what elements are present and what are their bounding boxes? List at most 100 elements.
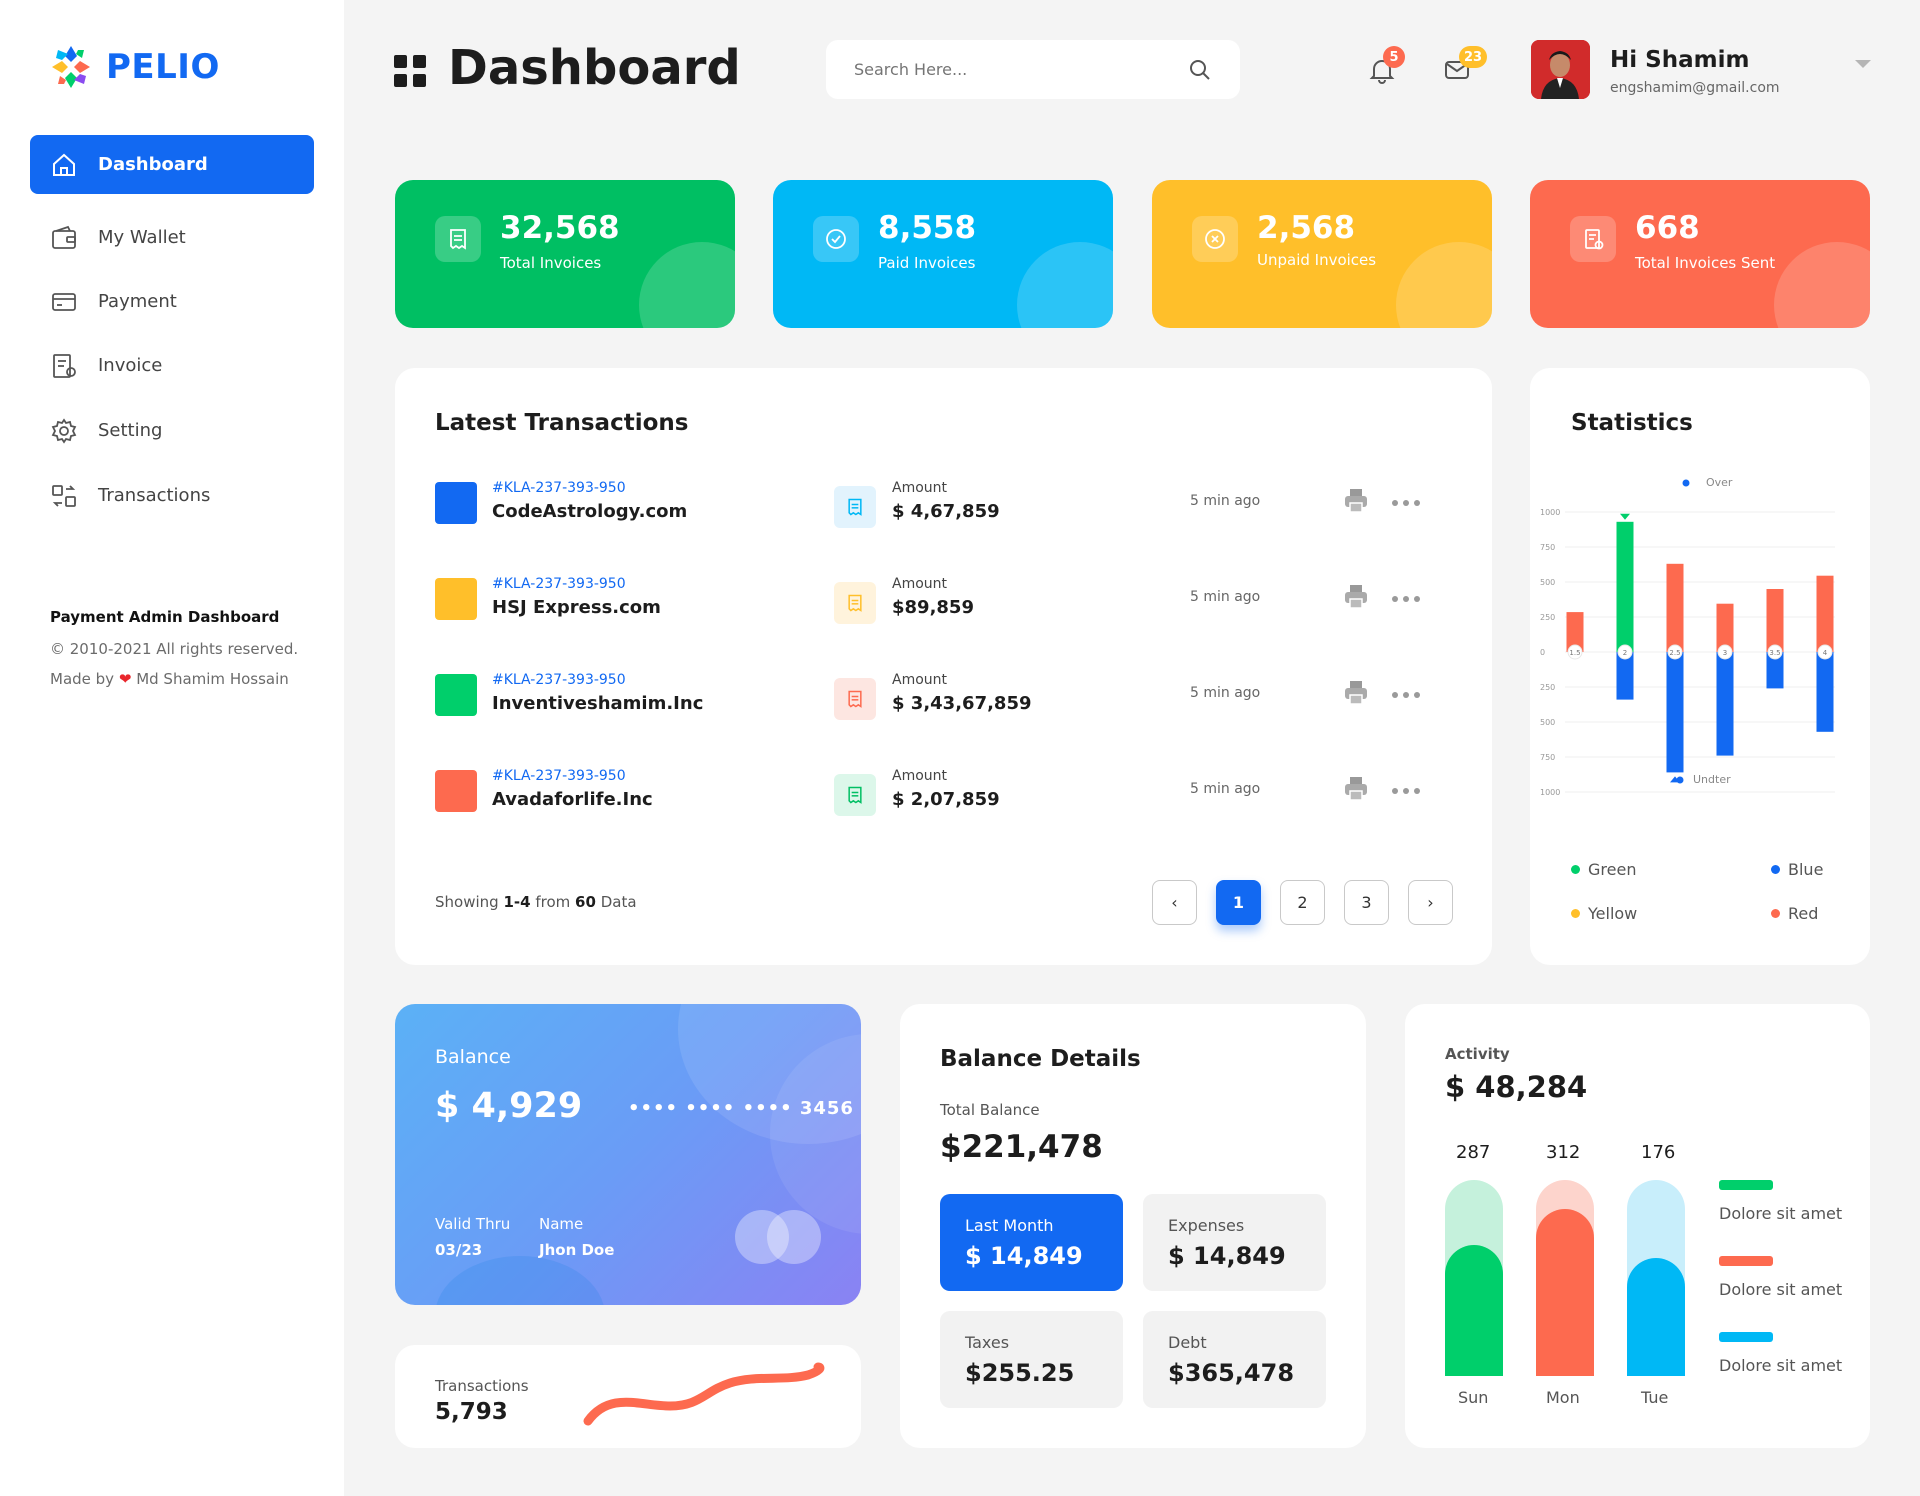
messages-button[interactable]: 23 xyxy=(1443,46,1488,86)
printer-icon[interactable] xyxy=(1342,774,1370,802)
stat-label: Total Invoices xyxy=(500,254,602,272)
sidebar-item-setting[interactable]: Setting xyxy=(30,401,314,460)
bar-day-label: Mon xyxy=(1546,1388,1580,1407)
transaction-time: 5 min ago xyxy=(1190,685,1261,701)
stat-card-unpaid-invoices[interactable]: 2,568 Unpaid Invoices xyxy=(1152,180,1492,328)
footer-copyright: © 2010-2021 All rights reserved. xyxy=(50,640,299,658)
transaction-color-swatch xyxy=(435,674,477,716)
transaction-time: 5 min ago xyxy=(1190,589,1261,605)
avatar[interactable] xyxy=(1531,40,1590,99)
transaction-name: CodeAstrology.com xyxy=(492,501,688,522)
more-options-icon[interactable] xyxy=(1392,596,1420,602)
pagination-page-2[interactable]: 2 xyxy=(1280,880,1325,925)
search-bar[interactable] xyxy=(826,40,1240,99)
document-dollar-icon xyxy=(1570,216,1616,262)
printer-icon[interactable] xyxy=(1342,486,1370,514)
balance-box-value: $255.25 xyxy=(965,1359,1075,1387)
activity-label: Activity xyxy=(1445,1045,1510,1063)
pagination-next-button[interactable]: › xyxy=(1408,880,1453,925)
printer-icon[interactable] xyxy=(1342,678,1370,706)
activity-bar-sun[interactable] xyxy=(1445,1180,1503,1376)
statistics-card: Statistics 1000 750 500 250 0 250 500 750 1000 Ov… xyxy=(1530,368,1870,965)
balance-card[interactable]: Balance $ 4,929 •••• •••• •••• 3456 Vali… xyxy=(395,1004,861,1305)
sidebar-item-my-wallet[interactable]: My Wallet xyxy=(30,208,314,267)
bar-over xyxy=(1666,563,1684,652)
brand-logo[interactable]: PELIO xyxy=(50,44,220,90)
x-tick-label: 2 xyxy=(1623,649,1627,657)
transaction-name: Inventiveshamim.Inc xyxy=(492,693,704,714)
printer-icon[interactable] xyxy=(1342,582,1370,610)
card-title: Latest Transactions xyxy=(435,410,689,436)
bar-value: 287 xyxy=(1456,1142,1491,1163)
stat-card-total-invoices[interactable]: 32,568 Total Invoices xyxy=(395,180,735,328)
x-tick-label: 3.5 xyxy=(1769,649,1780,657)
showing-from: from xyxy=(535,893,571,911)
chevron-down-icon[interactable] xyxy=(1855,60,1871,68)
table-row[interactable]: #KLA-237-393-950 Avadaforlife.Inc Amount… xyxy=(435,762,1435,822)
activity-legend-label: Dolore sit amet xyxy=(1719,1280,1843,1299)
balance-details-card: Balance Details Total Balance $221,478 L… xyxy=(900,1004,1366,1448)
x-tick-label: 4 xyxy=(1823,649,1828,657)
transaction-id: #KLA-237-393-950 xyxy=(492,480,626,496)
sidebar-item-dashboard[interactable]: Dashboard xyxy=(30,135,314,194)
x-tick-label: 1.5 xyxy=(1569,649,1580,657)
stat-value: 2,568 xyxy=(1257,210,1356,246)
amount-label: Amount xyxy=(892,480,948,496)
transaction-time: 5 min ago xyxy=(1190,781,1261,797)
amount-value: $ 3,43,67,859 xyxy=(892,693,1032,714)
showing-prefix: Showing xyxy=(435,893,499,911)
showing-total: 60 xyxy=(575,893,596,911)
total-balance-label: Total Balance xyxy=(940,1101,1040,1119)
chevron-left-icon: ‹ xyxy=(1171,893,1178,912)
activity-legend-label: Dolore sit amet xyxy=(1719,1356,1843,1375)
pagination-page-3[interactable]: 3 xyxy=(1344,880,1389,925)
legend-blue: Blue xyxy=(1771,860,1823,879)
stat-value: 8,558 xyxy=(878,210,977,246)
notifications-button[interactable]: 5 xyxy=(1368,46,1405,86)
activity-bar-tue[interactable] xyxy=(1627,1180,1685,1376)
bar-under xyxy=(1666,652,1684,773)
amount-value: $89,859 xyxy=(892,597,974,618)
balance-box-last-month[interactable]: Last Month $ 14,849 xyxy=(940,1194,1123,1291)
bar-day-label: Tue xyxy=(1641,1388,1669,1407)
table-row[interactable]: #KLA-237-393-950 CodeAstrology.com Amoun… xyxy=(435,474,1435,534)
more-options-icon[interactable] xyxy=(1392,692,1420,698)
sidebar-item-label: Setting xyxy=(98,420,163,441)
wallet-icon xyxy=(52,225,76,249)
y-tick-label: 0 xyxy=(1540,648,1545,657)
activity-bar-mon[interactable] xyxy=(1536,1180,1594,1376)
stat-card-total-invoices-sent[interactable]: 668 Total Invoices Sent xyxy=(1530,180,1870,328)
sidebar-item-payment[interactable]: Payment xyxy=(30,272,314,331)
y-tick-label: 1000 xyxy=(1540,788,1560,797)
balance-box-label: Expenses xyxy=(1168,1216,1245,1235)
sidebar-item-transactions[interactable]: Transactions xyxy=(30,466,314,525)
footer-made-by: Made by ❤ Md Shamim Hossain xyxy=(50,670,289,688)
transactions-mini-label: Transactions xyxy=(435,1377,529,1395)
balance-box-expenses[interactable]: Expenses $ 14,849 xyxy=(1143,1194,1326,1291)
search-input[interactable] xyxy=(854,60,1154,79)
table-row[interactable]: #KLA-237-393-950 Inventiveshamim.Inc Amo… xyxy=(435,666,1435,726)
showing-suffix: Data xyxy=(600,893,637,911)
balance-box-taxes[interactable]: Taxes $255.25 xyxy=(940,1311,1123,1408)
bar-day-label: Sun xyxy=(1458,1388,1489,1407)
table-row[interactable]: #KLA-237-393-950 HSJ Express.com Amount … xyxy=(435,570,1435,630)
transaction-color-swatch xyxy=(435,770,477,812)
stat-card-paid-invoices[interactable]: 8,558 Paid Invoices xyxy=(773,180,1113,328)
balance-box-debt[interactable]: Debt $365,478 xyxy=(1143,1311,1326,1408)
grid-menu-icon[interactable] xyxy=(394,55,426,87)
bar-under xyxy=(1716,652,1734,756)
notifications-badge: 5 xyxy=(1383,46,1405,68)
transactions-summary-card: Transactions 5,793 xyxy=(395,1345,861,1448)
more-options-icon[interactable] xyxy=(1392,500,1420,506)
sidebar-item-label: Dashboard xyxy=(98,154,208,175)
transactions-sparkline xyxy=(583,1362,825,1426)
search-icon[interactable] xyxy=(1188,58,1212,82)
sidebar-item-invoice[interactable]: Invoice xyxy=(30,336,314,395)
showing-range: 1-4 xyxy=(503,893,531,911)
activity-legend-item: Dolore sit amet xyxy=(1719,1332,1842,1375)
stat-label: Paid Invoices xyxy=(878,254,976,272)
more-options-icon[interactable] xyxy=(1392,788,1420,794)
pagination-page-1[interactable]: 1 xyxy=(1216,880,1261,925)
pagination-prev-button[interactable]: ‹ xyxy=(1152,880,1197,925)
activity-legend-item: Dolore sit amet xyxy=(1719,1180,1842,1223)
